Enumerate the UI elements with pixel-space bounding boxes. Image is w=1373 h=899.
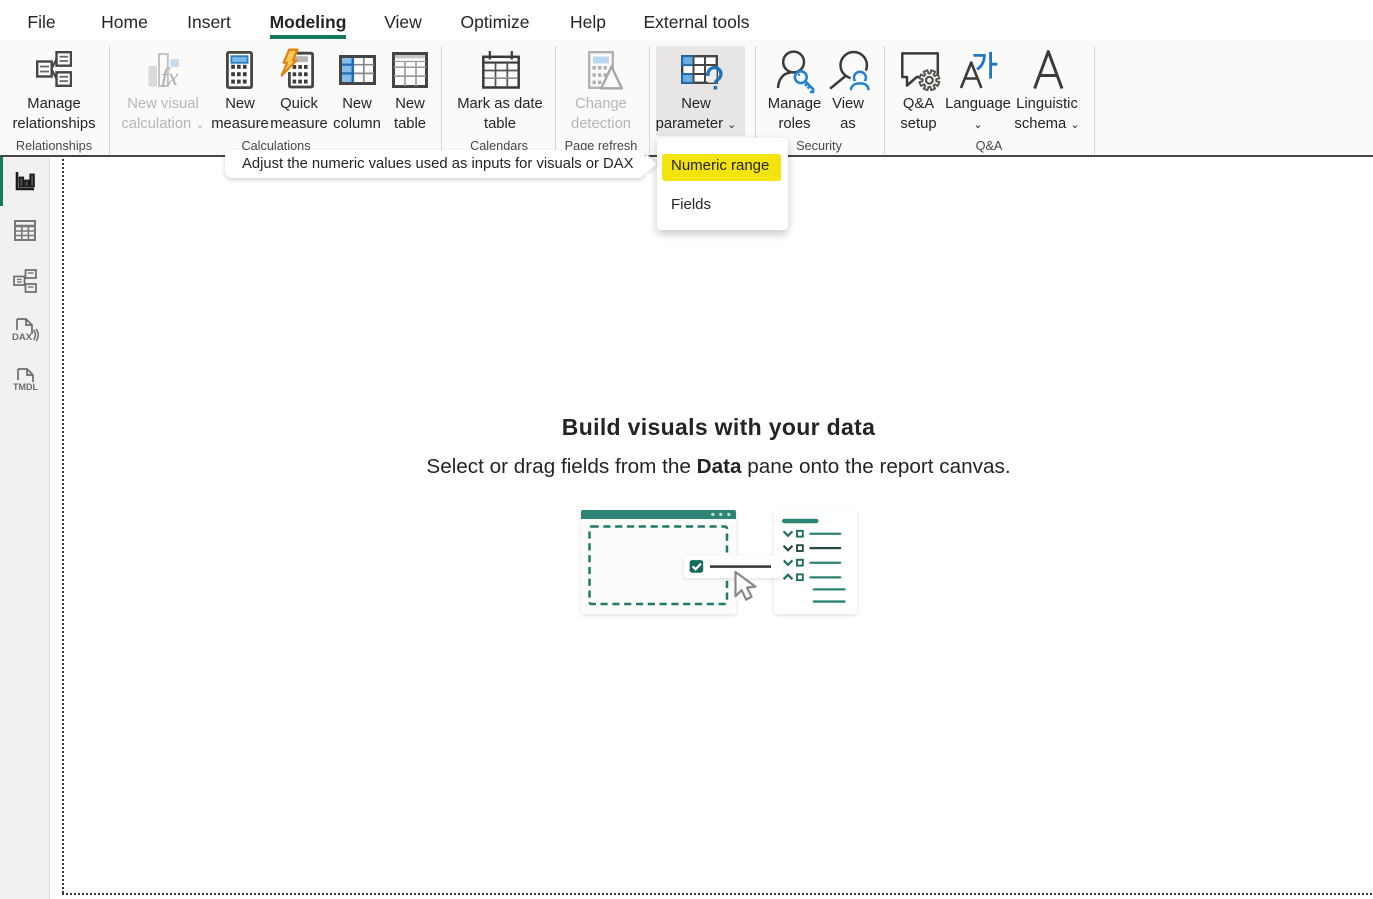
svg-text:DAX: DAX: [12, 332, 33, 343]
svg-text:fx: fx: [161, 65, 179, 87]
svg-text:TMDL: TMDL: [13, 382, 38, 391]
